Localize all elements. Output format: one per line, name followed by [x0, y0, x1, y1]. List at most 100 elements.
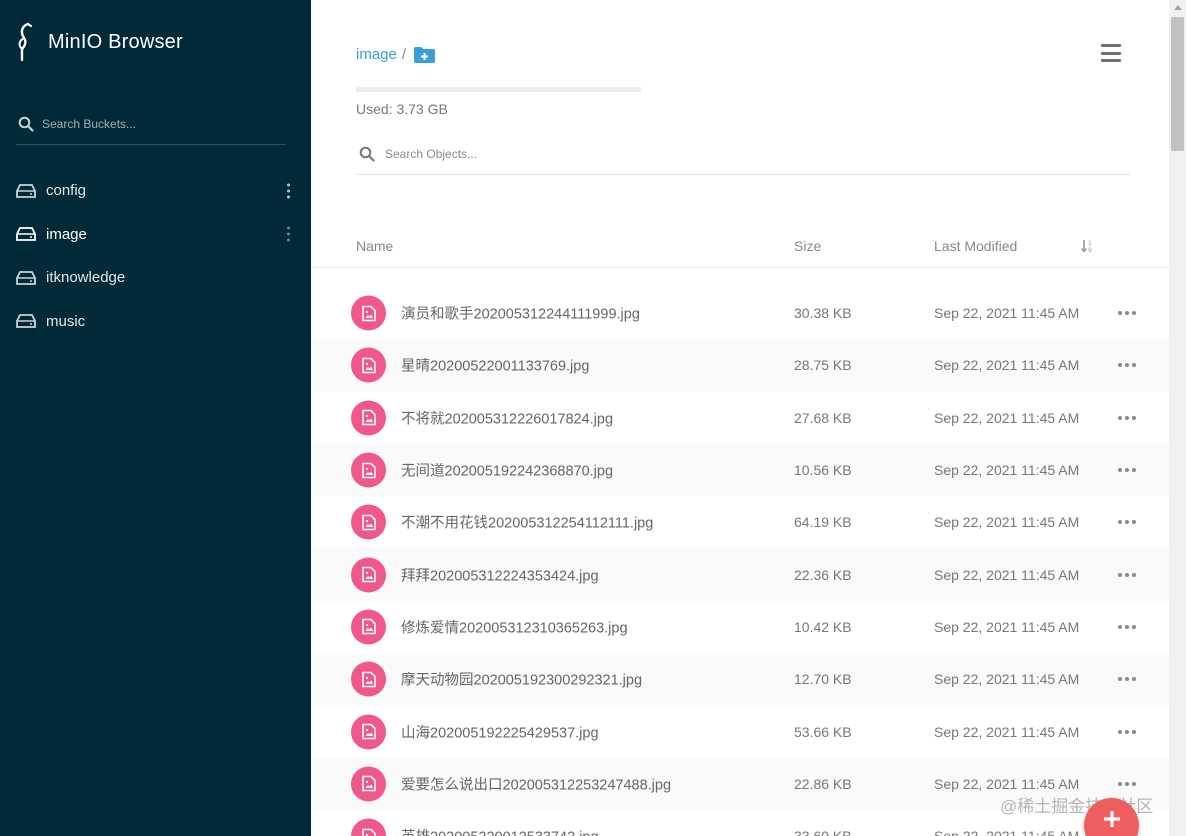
file-name[interactable]: 山海202005192225429537.jpg — [401, 721, 599, 742]
file-name[interactable]: 爱要怎么说出口202005312253247488.jpg — [401, 773, 671, 794]
bucket-name: music — [46, 312, 86, 330]
image-file-icon — [351, 347, 386, 383]
file-size: 22.36 KB — [794, 566, 852, 583]
column-header-last-modified[interactable]: Last Modified — [934, 238, 1017, 254]
svg-text:9: 9 — [1088, 247, 1092, 253]
more-options-icon[interactable] — [1118, 677, 1136, 682]
search-icon — [359, 146, 375, 162]
table-row[interactable]: 星晴20200522001133769.jpg 28.75 KB Sep 22, 2… — [311, 339, 1169, 392]
new-folder-icon[interactable] — [414, 47, 436, 63]
image-file-icon — [351, 504, 386, 540]
usage-text: Used: 3.73 GB — [356, 101, 448, 117]
file-last-modified: Sep 22, 2021 11:45 AM — [934, 409, 1080, 426]
more-options-icon[interactable] — [1118, 520, 1136, 525]
image-file-icon — [351, 818, 386, 836]
drive-icon — [16, 270, 36, 285]
more-options-icon[interactable] — [1118, 468, 1136, 473]
bucket-menu-icon[interactable] — [282, 226, 294, 242]
bucket-name: image — [46, 225, 87, 243]
file-size: 10.56 KB — [794, 462, 852, 479]
breadcrumb: image / — [356, 46, 436, 63]
file-size: 28.75 KB — [794, 357, 852, 374]
table-row[interactable]: 修炼爱情202005312310365263.jpg 10.42 KB Sep 22… — [311, 601, 1169, 653]
table-row[interactable]: 不将就202005312226017824.jpg 27.68 KB Sep 22,… — [311, 392, 1169, 444]
drive-icon — [16, 183, 36, 198]
file-size: 22.86 KB — [794, 775, 852, 792]
scrollbar-thumb[interactable] — [1171, 17, 1184, 151]
table-row[interactable]: 山海202005192225429537.jpg 53.66 KB Sep 22, … — [311, 705, 1169, 757]
file-name[interactable]: 无间道202005192242368870.jpg — [401, 460, 613, 481]
file-size: 64.19 KB — [794, 514, 852, 531]
breadcrumb-separator: / — [401, 46, 407, 63]
breadcrumb-bucket[interactable]: image — [356, 46, 397, 63]
file-name[interactable]: 不将就202005312226017824.jpg — [401, 407, 613, 428]
table-row[interactable]: 不潮不用花钱202005312254112111.jpg 64.19 KB Sep … — [311, 496, 1169, 548]
more-options-icon[interactable] — [1118, 415, 1136, 420]
file-name[interactable]: 不潮不用花钱202005312254112111.jpg — [401, 512, 653, 533]
table-row[interactable]: 无间道202005192242368870.jpg 10.56 KB Sep 22,… — [311, 443, 1169, 497]
more-options-icon[interactable] — [1118, 781, 1136, 786]
image-file-icon — [351, 661, 386, 697]
file-size: 27.68 KB — [794, 409, 852, 426]
svg-text:1: 1 — [1088, 240, 1092, 247]
file-name[interactable]: 拜拜202005312224353424.jpg — [401, 564, 599, 585]
file-name[interactable]: 修炼爱情202005312310365263.jpg — [401, 616, 628, 637]
main-panel: image / Used: 3.73 GB Name Size Last Mod… — [311, 0, 1169, 836]
file-size: 53.66 KB — [794, 723, 852, 740]
file-size: 10.42 KB — [794, 618, 852, 635]
file-name[interactable]: 演员和歌手202005312244111999.jpg — [401, 303, 640, 324]
drive-icon — [16, 314, 36, 329]
file-name[interactable]: 英雄202005220012533742.jpg — [401, 826, 599, 836]
image-file-icon — [351, 766, 386, 802]
file-last-modified: Sep 22, 2021 11:45 AM — [934, 514, 1080, 531]
file-last-modified: Sep 22, 2021 11:45 AM — [934, 775, 1080, 792]
file-last-modified: Sep 22, 2021 11:45 AM — [934, 828, 1079, 836]
bucket-list: config image itknowledge music — [0, 169, 311, 343]
more-options-icon[interactable] — [1118, 729, 1136, 734]
table-row[interactable]: 摩天动物园202005192300292321.jpg 12.70 KB Sep 2… — [311, 653, 1169, 706]
file-last-modified: Sep 22, 2021 11:45 AM — [934, 357, 1080, 374]
more-options-icon[interactable] — [1118, 624, 1136, 629]
table-header: Name Size Last Modified 1 9 — [311, 224, 1169, 268]
file-last-modified: Sep 22, 2021 11:45 AM — [934, 462, 1080, 479]
image-file-icon — [351, 452, 386, 488]
sort-icon[interactable]: 1 9 — [1081, 239, 1095, 253]
bucket-name: itknowledge — [46, 269, 126, 287]
image-file-icon — [351, 295, 386, 331]
file-size: 30.38 KB — [794, 305, 852, 322]
hamburger-menu-icon[interactable] — [1101, 44, 1121, 62]
table-row[interactable]: 拜拜202005312224353424.jpg 22.36 KB Sep 22, … — [311, 548, 1169, 601]
file-last-modified: Sep 22, 2021 11:45 AM — [934, 618, 1080, 635]
usage-progress-bar — [356, 87, 641, 92]
bucket-search — [16, 112, 286, 145]
vertical-scrollbar[interactable] — [1169, 0, 1186, 836]
bucket-menu-icon[interactable] — [282, 183, 294, 199]
scroll-up-arrow-icon[interactable] — [1174, 5, 1182, 10]
column-header-size[interactable]: Size — [794, 238, 821, 254]
file-size: 33.60 KB — [794, 828, 852, 836]
file-last-modified: Sep 22, 2021 11:45 AM — [934, 305, 1080, 322]
column-header-name[interactable]: Name — [356, 238, 393, 254]
file-last-modified: Sep 22, 2021 11:45 AM — [934, 723, 1080, 740]
image-file-icon — [351, 714, 386, 750]
app-title: MinIO Browser — [48, 30, 183, 53]
more-options-icon[interactable] — [1118, 311, 1136, 316]
more-options-icon[interactable] — [1118, 363, 1136, 368]
file-last-modified: Sep 22, 2021 11:45 AM — [934, 566, 1080, 583]
file-name[interactable]: 星晴20200522001133769.jpg — [401, 355, 589, 376]
bucket-item-itknowledge[interactable]: itknowledge — [0, 256, 311, 300]
file-name[interactable]: 摩天动物园202005192300292321.jpg — [401, 669, 642, 690]
more-options-icon[interactable] — [1118, 572, 1136, 577]
table-row[interactable]: 演员和歌手202005312244111999.jpg 30.38 KB Sep 2… — [311, 287, 1169, 339]
bucket-item-music[interactable]: music — [0, 300, 311, 344]
bucket-item-image[interactable]: image — [0, 213, 311, 257]
minio-bird-icon — [18, 22, 33, 62]
object-search-input[interactable] — [385, 147, 1085, 161]
image-file-icon — [351, 557, 386, 593]
plus-icon — [1103, 810, 1120, 827]
object-list: 演员和歌手202005312244111999.jpg 30.38 KB Sep 2… — [311, 287, 1169, 836]
bucket-search-input[interactable] — [42, 117, 272, 131]
sidebar: MinIO Browser config image — [0, 0, 311, 836]
bucket-item-config[interactable]: config — [0, 169, 311, 213]
object-search — [356, 140, 1130, 175]
